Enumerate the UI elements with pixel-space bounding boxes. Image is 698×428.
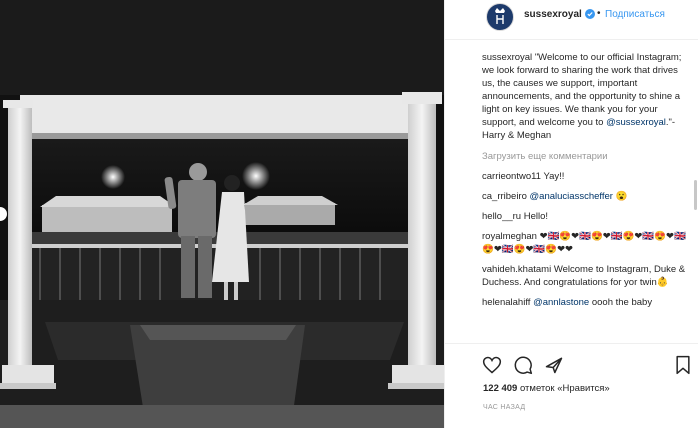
comments-scrollbar[interactable] (694, 180, 697, 210)
comment-item: carrieontwo11 Yay!! (482, 170, 689, 183)
comments-list: sussexroyal "Welcome to our official Ins… (445, 41, 698, 343)
heart-icon[interactable] (482, 355, 502, 375)
follow-button[interactable]: Подписаться (605, 9, 665, 20)
comment-mention[interactable]: @analuciasscheffer (530, 191, 613, 202)
post-details-panel: sussexroyal • Подписаться sussexroyal "W… (444, 0, 698, 428)
comment-username[interactable]: helenalahiff (482, 297, 530, 308)
comment-username[interactable]: ca_rribeiro (482, 191, 527, 202)
comment-username[interactable]: vahideh.khatami (482, 264, 551, 275)
comment-text: 😮 (615, 191, 628, 202)
comment-text: Yay!! (543, 171, 565, 182)
header-username[interactable]: sussexroyal (524, 9, 582, 20)
caption-mention[interactable]: @sussexroyal (606, 117, 666, 128)
photo-balcony-scene (0, 0, 444, 428)
comment-username[interactable]: royalmeghan (482, 231, 537, 242)
post-photo[interactable] (0, 0, 444, 428)
comment-username[interactable]: carrieontwo11 (482, 171, 541, 182)
comment-username[interactable]: hello__ru (482, 211, 521, 222)
post-timestamp[interactable]: ЧАС НАЗАД (483, 404, 525, 411)
likes-count[interactable]: 122 409 отметок «Нравится» (483, 383, 610, 394)
avatar[interactable] (486, 3, 514, 31)
comment-item: hello__ru Hello! (482, 210, 689, 223)
post-header: sussexroyal • Подписаться (445, 0, 698, 40)
royal-monogram-icon (495, 8, 505, 24)
caption-username[interactable]: sussexroyal (482, 52, 532, 63)
comment-item: royalmeghan ❤🇬🇧😍❤🇬🇧😍❤🇬🇧😍❤🇬🇧😍❤🇬🇧😍❤🇬🇧😍❤🇬🇧😍… (482, 230, 689, 256)
header-separator: • (597, 8, 601, 19)
share-icon[interactable] (544, 355, 564, 375)
comment-item: helenalahiff @annlastone oooh the baby (482, 296, 689, 309)
post-actions: 122 409 отметок «Нравится» ЧАС НАЗАД (445, 343, 698, 428)
verified-badge-icon (585, 9, 595, 19)
comment-item: vahideh.khatami Welcome to Instagram, Du… (482, 263, 689, 289)
likes-label: отметок «Нравится» (517, 383, 610, 394)
comment-text: oooh the baby (591, 297, 653, 308)
post-caption: sussexroyal "Welcome to our official Ins… (482, 51, 689, 142)
bookmark-icon[interactable] (673, 355, 693, 375)
instagram-post: sussexroyal • Подписаться sussexroyal "W… (0, 0, 698, 428)
comment-mention[interactable]: @annlastone (533, 297, 589, 308)
load-more-comments-button[interactable]: Загрузить еще комментарии (482, 150, 689, 163)
comment-text: Hello! (523, 211, 549, 222)
likes-number: 122 409 (483, 383, 518, 394)
comment-icon[interactable] (513, 355, 533, 375)
comment-item: ca_rribeiro @analuciasscheffer 😮 (482, 190, 689, 203)
